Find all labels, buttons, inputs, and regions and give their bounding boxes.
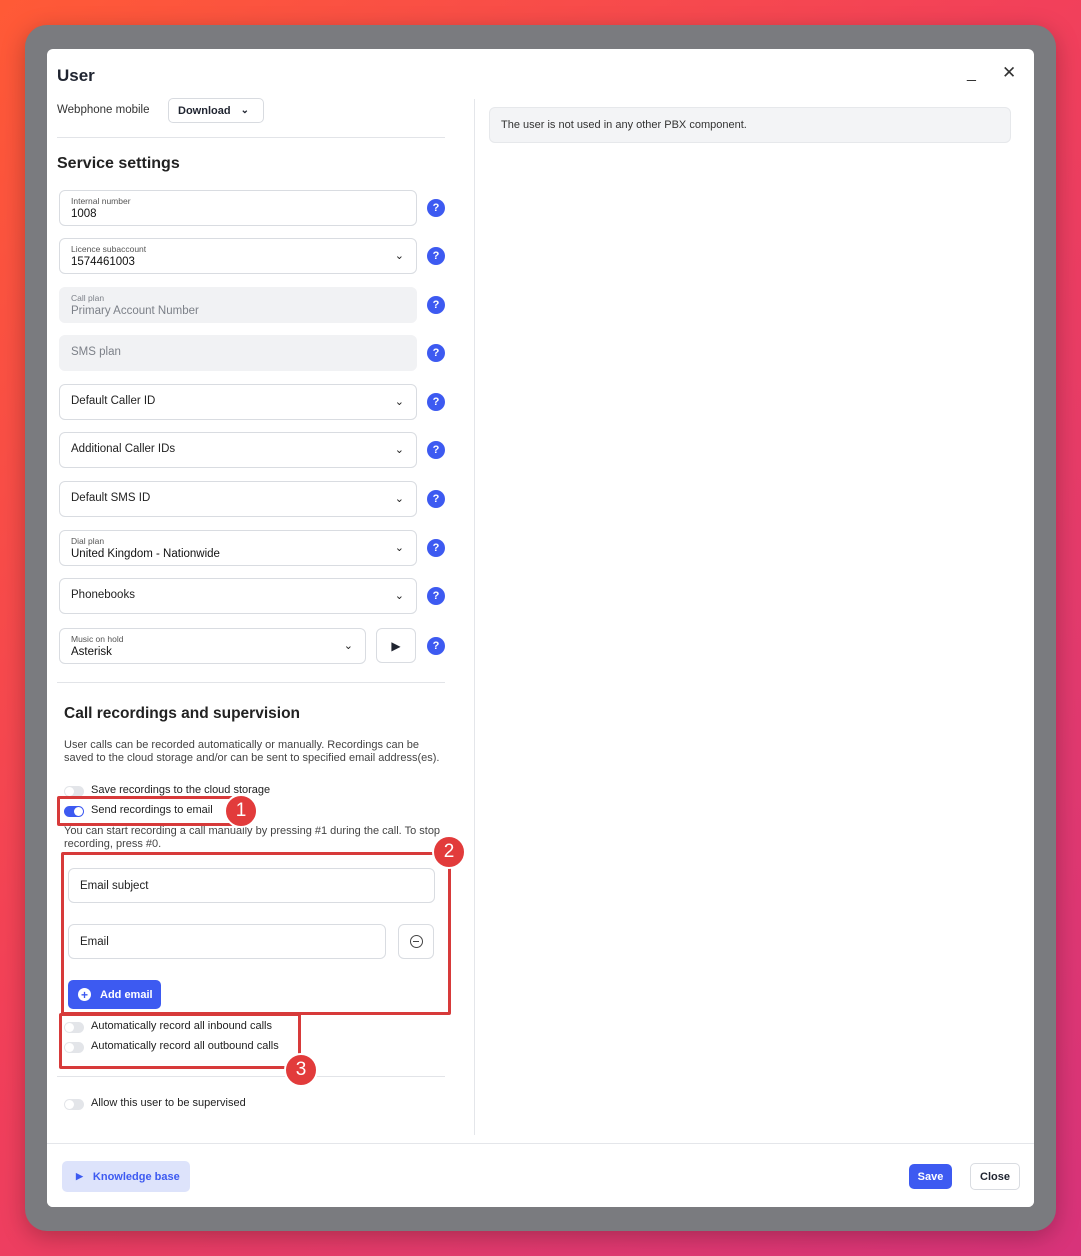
- field-label: Call plan: [71, 293, 105, 303]
- manual-recording-note: You can start recording a call manually …: [64, 825, 441, 850]
- close-button[interactable]: Close: [970, 1163, 1020, 1190]
- chevron-down-icon: ⌄: [394, 493, 404, 505]
- usage-info-box: The user is not used in any other PBX co…: [489, 107, 1011, 143]
- field-label: Internal number: [71, 196, 131, 206]
- webphone-label: Webphone mobile: [57, 104, 150, 116]
- additional-caller-ids-select[interactable]: Additional Caller IDs ⌄: [59, 432, 417, 468]
- help-icon[interactable]: ?: [427, 490, 445, 508]
- help-icon[interactable]: ?: [427, 539, 445, 557]
- help-icon[interactable]: ?: [427, 247, 445, 265]
- annotation-box-2: [61, 852, 451, 1015]
- field-label: Music on hold: [71, 634, 124, 644]
- music-on-hold-select[interactable]: Music on hold Asterisk ⌄: [59, 628, 366, 664]
- usage-info-text: The user is not used in any other PBX co…: [501, 119, 747, 131]
- phonebooks-select[interactable]: Phonebooks ⌄: [59, 578, 417, 614]
- recordings-title: Call recordings and supervision: [64, 705, 301, 722]
- field-placeholder: Phonebooks: [71, 589, 135, 601]
- field-label: Dial plan: [71, 536, 105, 546]
- field-value: 1008: [71, 208, 97, 220]
- chevron-down-icon: ⌄: [240, 105, 249, 116]
- field-value: 1574461003: [71, 256, 135, 268]
- licence-subaccount-select[interactable]: Licence subaccount 1574461003 ⌄: [59, 238, 417, 274]
- chevron-down-icon: ⌄: [394, 542, 404, 554]
- play-icon: ▶: [391, 638, 401, 653]
- field-value: Asterisk: [71, 646, 112, 658]
- supervise-label: Allow this user to be supervised: [91, 1097, 246, 1109]
- knowledge-base-label: Knowledge base: [92, 1170, 180, 1183]
- annotation-badge-3: 3: [284, 1053, 318, 1087]
- divider: [57, 1076, 445, 1077]
- annotation-badge-1: 1: [224, 794, 258, 828]
- help-icon[interactable]: ?: [427, 441, 445, 459]
- help-icon[interactable]: ?: [427, 296, 445, 314]
- field-placeholder: Additional Caller IDs: [71, 443, 176, 455]
- chevron-down-icon: ⌄: [394, 444, 404, 456]
- knowledge-base-button[interactable]: ▶ Knowledge base: [62, 1161, 190, 1192]
- download-label: Download: [178, 104, 231, 117]
- call-plan-field: Call plan Primary Account Number: [59, 287, 417, 323]
- field-placeholder: SMS plan: [71, 346, 121, 358]
- divider: [57, 137, 445, 138]
- dialog-footer: ▶ Knowledge base Save Close: [47, 1143, 1034, 1207]
- field-value: United Kingdom - Nationwide: [71, 548, 220, 560]
- sms-plan-field: SMS plan: [59, 335, 417, 371]
- field-value: Primary Account Number: [71, 305, 199, 317]
- chevron-down-icon: ⌄: [394, 250, 404, 262]
- service-settings-title: Service settings: [57, 155, 180, 172]
- default-sms-id-select[interactable]: Default SMS ID ⌄: [59, 481, 417, 517]
- help-icon[interactable]: ?: [427, 344, 445, 362]
- dialog-title: User: [57, 66, 95, 85]
- field-label: Licence subaccount: [71, 244, 147, 254]
- play-button[interactable]: ▶: [376, 628, 416, 663]
- divider: [57, 682, 445, 683]
- chevron-down-icon: ⌄: [394, 396, 404, 408]
- dial-plan-select[interactable]: Dial plan United Kingdom - Nationwide ⌄: [59, 530, 417, 566]
- default-caller-id-select[interactable]: Default Caller ID ⌄: [59, 384, 417, 420]
- annotation-badge-2: 2: [432, 835, 466, 869]
- download-dropdown[interactable]: Download ⌄: [168, 98, 264, 123]
- minimize-icon[interactable]: _: [967, 65, 976, 83]
- close-icon[interactable]: ✕: [1002, 63, 1016, 83]
- field-placeholder: Default SMS ID: [71, 492, 151, 504]
- help-icon[interactable]: ?: [427, 393, 445, 411]
- internal-number-field[interactable]: Internal number 1008: [59, 190, 417, 226]
- recordings-description: User calls can be recorded automatically…: [64, 739, 440, 764]
- help-icon[interactable]: ?: [427, 199, 445, 217]
- usage-panel: The user is not used in any other PBX co…: [474, 99, 1034, 1135]
- play-icon: ▶: [76, 1171, 83, 1181]
- annotation-box-1: [57, 796, 233, 826]
- user-dialog: User _ ✕ Webphone mobile Download ⌄ Serv…: [47, 49, 1034, 1207]
- field-placeholder: Default Caller ID: [71, 395, 156, 407]
- chevron-down-icon: ⌄: [343, 640, 353, 652]
- annotation-box-3: [59, 1013, 301, 1069]
- help-icon[interactable]: ?: [427, 587, 445, 605]
- supervise-toggle[interactable]: [64, 1099, 84, 1110]
- help-icon[interactable]: ?: [427, 637, 445, 655]
- chevron-down-icon: ⌄: [394, 590, 404, 602]
- save-button[interactable]: Save: [909, 1164, 952, 1189]
